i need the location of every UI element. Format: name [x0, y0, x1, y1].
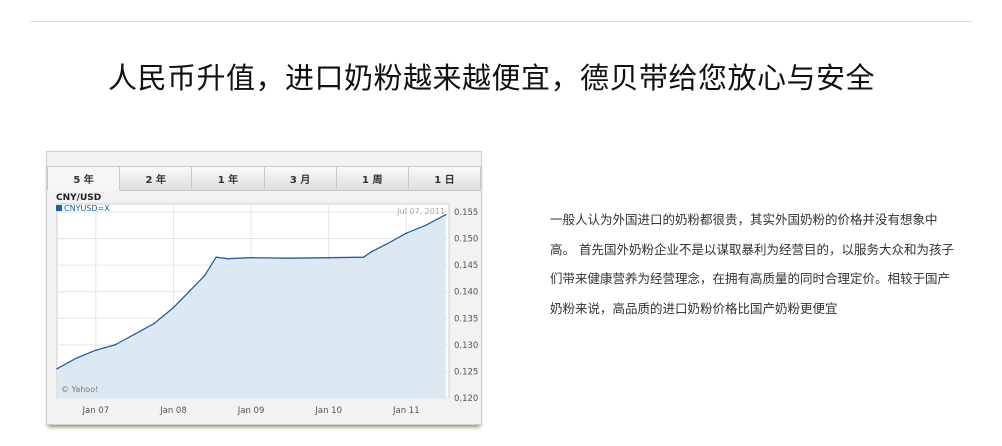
data-point — [405, 232, 408, 235]
data-point — [327, 256, 330, 259]
range-tab-2[interactable]: 1 年 — [192, 166, 265, 191]
y-tick-label: 0.135 — [454, 314, 478, 324]
x-tick-label: Jan 08 — [159, 406, 187, 416]
y-tick-label: 0.140 — [454, 288, 478, 298]
data-point — [114, 344, 117, 346]
yahoo-watermark: © Yahoo! — [61, 385, 98, 394]
data-point — [250, 256, 252, 259]
x-tick-label: Jan 11 — [392, 406, 420, 416]
article-paragraph: 一般人认为外国进口的奶粉都很贵，其实外国奶粉的价格并没有想象中高。 首先国外奶粉… — [550, 212, 954, 316]
data-point — [289, 257, 291, 260]
y-tick-label: 0.155 — [454, 208, 478, 218]
data-point — [203, 274, 206, 277]
data-point — [153, 322, 155, 325]
legend-label: CNYUSD=X — [64, 204, 110, 213]
y-tick-label: 0.150 — [454, 235, 478, 245]
y-tick-label: 0.130 — [454, 341, 478, 351]
data-point — [386, 243, 388, 245]
chart-range-tabs: 5 年2 年1 年3 月1 周1 日 — [47, 166, 481, 191]
top-divider — [30, 21, 972, 22]
data-point — [56, 367, 58, 370]
range-tab-0[interactable]: 5 年 — [47, 166, 121, 191]
currency-chart-image: 5 年2 年1 年3 月1 周1 日 0.155 0.150 0.145 0.140 0… — [46, 151, 482, 425]
y-tick-label: 0.125 — [454, 367, 478, 377]
x-tick-label: Jan 07 — [81, 406, 109, 416]
range-tab-3[interactable]: 3 月 — [264, 166, 337, 191]
cny-usd-chart: 0.155 0.150 0.145 0.140 0.135 0.130 0.125 0.120… — [56, 193, 478, 416]
data-point — [188, 290, 190, 293]
data-point — [75, 357, 78, 359]
chart-date-label: Jul 07, 2011 — [396, 207, 445, 216]
range-tab-4[interactable]: 1 周 — [336, 166, 409, 191]
range-tab-1[interactable]: 2 年 — [120, 166, 193, 191]
data-point — [172, 306, 175, 309]
x-tick-label: Jan 09 — [237, 406, 265, 416]
data-point — [362, 256, 365, 258]
data-point — [445, 213, 447, 216]
data-point — [133, 333, 136, 336]
data-point — [370, 251, 373, 253]
page-headline: 人民币升值，进口奶粉越来越便宜，德贝带给您放心与安全 — [108, 61, 876, 95]
data-point — [215, 256, 217, 258]
data-point — [95, 349, 97, 351]
range-tab-5[interactable]: 1 日 — [408, 166, 481, 191]
chart-title: CNY/USD — [56, 193, 101, 203]
x-tick-label: Jan 10 — [314, 406, 342, 416]
legend-swatch — [56, 205, 62, 211]
data-point — [226, 257, 229, 260]
y-tick-label: 0.120 — [454, 394, 478, 404]
data-point — [424, 224, 427, 227]
y-tick-label: 0.145 — [454, 261, 478, 271]
